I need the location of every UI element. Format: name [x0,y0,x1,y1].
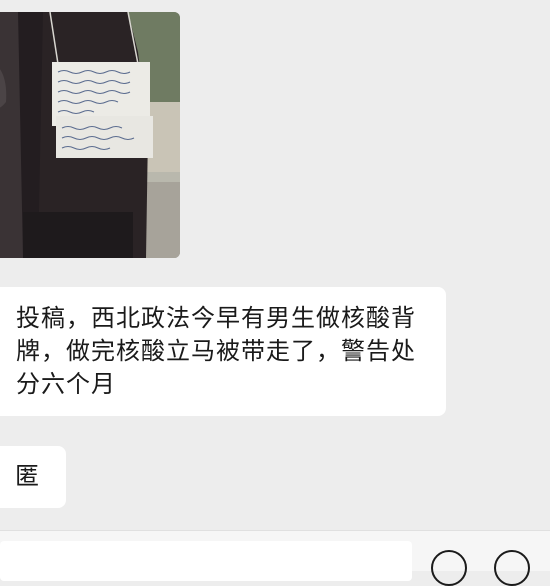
text-message-short[interactable]: 匿 [0,446,66,508]
chat-area: 投稿，西北政法今早有男生做核酸背牌，做完核酸立马被带走了，警告处分六个月 匿 [0,0,550,540]
plus-button[interactable] [494,550,530,586]
photo-of-person-with-sign [0,12,180,258]
input-bar [0,530,550,586]
message-text-short: 匿 [15,462,39,490]
message-input[interactable] [0,541,412,581]
image-message[interactable] [0,12,180,258]
emoji-button[interactable] [431,550,467,586]
text-message[interactable]: 投稿，西北政法今早有男生做核酸背牌，做完核酸立马被带走了，警告处分六个月 [0,287,446,416]
message-text: 投稿，西北政法今早有男生做核酸背牌，做完核酸立马被带走了，警告处分六个月 [16,304,416,398]
